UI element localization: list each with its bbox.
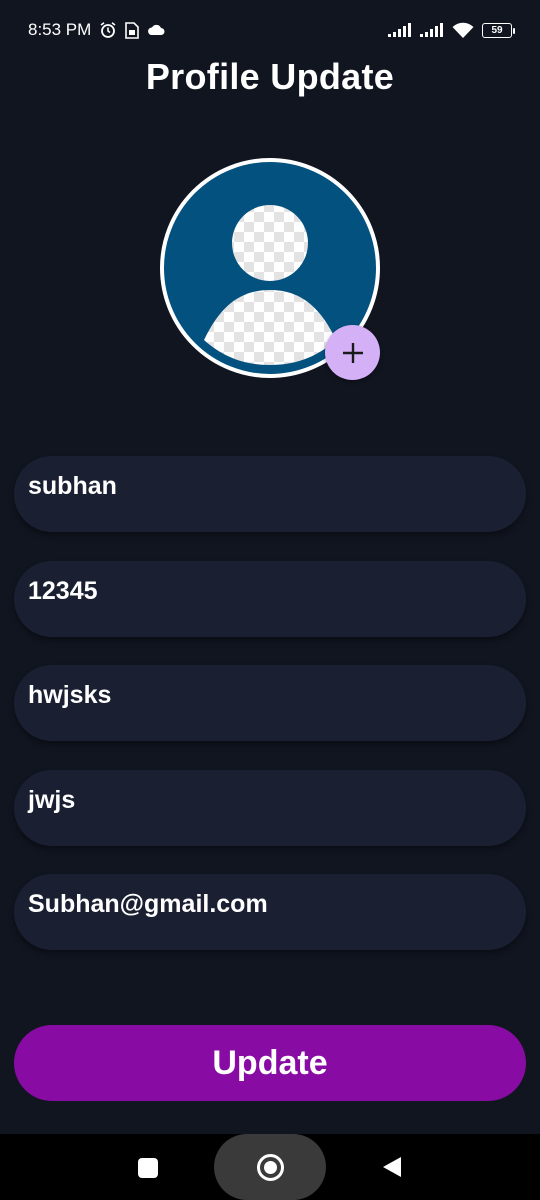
- signal-icon: [388, 23, 412, 37]
- alarm-icon: [99, 21, 117, 39]
- signal-icon: [420, 23, 444, 37]
- name-field[interactable]: subhan: [14, 456, 526, 532]
- home-circle-icon: [256, 1153, 284, 1181]
- plus-icon: [342, 342, 363, 363]
- back-triangle-icon[interactable]: [382, 1156, 402, 1178]
- password-field-value: 12345: [28, 577, 98, 605]
- field-3[interactable]: hwjsks: [14, 665, 526, 741]
- status-right: 59: [388, 22, 515, 39]
- navigation-bar: [0, 1134, 540, 1200]
- update-button[interactable]: Update: [14, 1025, 526, 1101]
- field-3-value: hwjsks: [28, 681, 112, 709]
- cloud-icon: [147, 24, 165, 36]
- battery-icon: 59: [482, 22, 515, 38]
- status-left: 8:53 PM: [28, 20, 165, 40]
- page-title: Profile Update: [145, 56, 395, 97]
- wifi-icon: [452, 22, 474, 39]
- name-field-value: subhan: [28, 472, 117, 500]
- password-field[interactable]: 12345: [14, 561, 526, 637]
- sim-card-icon: [125, 21, 140, 39]
- field-4[interactable]: jwjs: [14, 770, 526, 846]
- add-photo-button[interactable]: [325, 325, 380, 380]
- battery-level: 59: [491, 24, 503, 36]
- field-4-value: jwjs: [28, 786, 76, 814]
- recents-square-icon[interactable]: [138, 1158, 158, 1178]
- profile-update-screen: 8:53 PM 59 Profile Update subhan 12345 h…: [0, 0, 540, 1200]
- status-bar: 8:53 PM 59: [0, 0, 540, 60]
- email-field[interactable]: Subhan@gmail.com: [14, 874, 526, 950]
- status-time: 8:53 PM: [28, 20, 92, 39]
- home-button[interactable]: [214, 1134, 326, 1200]
- email-field-value: Subhan@gmail.com: [28, 890, 268, 918]
